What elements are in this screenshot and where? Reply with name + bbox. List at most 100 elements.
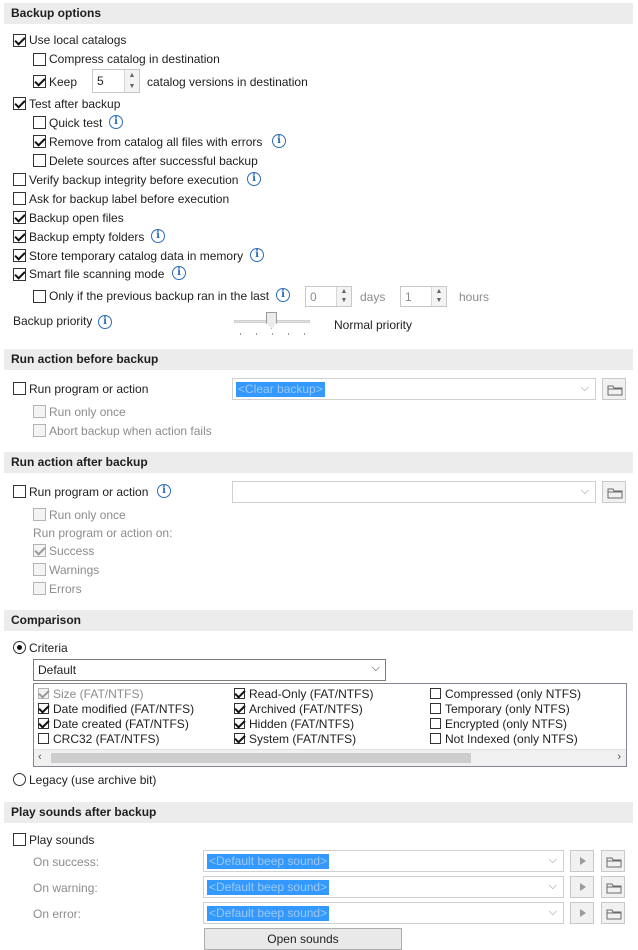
backup-open-files-label: Backup open files [29,211,124,225]
criteria-item-checkbox[interactable] [38,703,49,714]
after-action-combo[interactable]: ⌵ [232,481,596,503]
abort-on-fail-label: Abort backup when action fails [49,424,212,438]
hours-stepper[interactable]: 1 ▲ ▼ [400,286,447,307]
scrollbar-thumb[interactable] [51,753,471,763]
backup-empty-folders-checkbox[interactable] [13,230,26,243]
after-run-only-once-checkbox[interactable] [33,508,46,521]
verify-integrity-info-icon[interactable]: i [247,172,261,186]
backup-open-files-checkbox[interactable] [13,211,26,224]
before-run-program-checkbox[interactable] [13,382,26,395]
priority-slider-ticks [240,333,306,335]
play-error-sound-button[interactable] [570,902,594,924]
priority-slider-thumb[interactable] [266,312,277,329]
play-success-sound-button[interactable] [570,850,594,872]
run-on-errors-checkbox[interactable] [33,582,46,595]
keep-versions-stepper[interactable]: 5 ▲ ▼ [92,69,140,93]
after-run-program-checkbox[interactable] [13,485,26,498]
store-temp-checkbox[interactable] [13,249,26,262]
days-stepper-buttons[interactable]: ▲ ▼ [336,287,351,306]
after-run-program-info-icon[interactable]: i [157,484,171,498]
run-on-warnings-checkbox[interactable] [33,563,46,576]
abort-on-fail-checkbox[interactable] [33,424,46,437]
section-backup-options: Backup options [4,3,633,24]
criteria-item-checkbox[interactable] [430,733,441,744]
browse-error-sound-button[interactable] [601,902,625,924]
days-stepper[interactable]: 0 ▲ ▼ [305,286,352,307]
verify-integrity-label: Verify backup integrity before execution [29,173,239,187]
browse-warning-sound-button[interactable] [601,876,625,898]
criteria-item-label: System (FAT/NTFS) [249,732,357,746]
smart-scan-info-icon[interactable]: i [172,266,186,280]
priority-value-label: Normal priority [334,318,413,332]
after-run-only-once-label: Run only once [49,508,126,522]
hours-stepper-buttons[interactable]: ▲ ▼ [431,287,446,306]
backup-priority-info-icon[interactable]: i [98,315,112,329]
keep-versions-value: 5 [97,74,104,88]
criteria-item-label: Date created (FAT/NTFS) [53,717,189,731]
criteria-item-checkbox[interactable] [38,688,49,699]
chevron-down-icon: ⌵ [548,880,557,892]
criteria-item-label: Size (FAT/NTFS) [53,687,144,701]
run-on-warnings-label: Warnings [49,563,100,577]
scroll-left-icon[interactable]: ‹ [38,751,42,763]
criteria-item-checkbox[interactable] [430,688,441,699]
criteria-preset-select[interactable]: Default ⌵ [33,659,386,681]
error-sound-combo[interactable]: <Default beep sound> ⌵ [203,902,564,924]
before-run-only-once-checkbox[interactable] [33,405,46,418]
open-sounds-button[interactable]: Open sounds [204,928,402,950]
quick-test-checkbox[interactable] [33,116,46,129]
criteria-item-checkbox[interactable] [430,718,441,729]
criteria-item-label: Date modified (FAT/NTFS) [53,702,195,716]
smart-scan-checkbox[interactable] [13,268,26,281]
browse-success-sound-button[interactable] [601,850,625,872]
criteria-radio[interactable] [13,641,26,654]
on-success-label: On success: [33,855,100,869]
criteria-item-checkbox[interactable] [234,703,245,714]
chevron-down-icon: ⌵ [580,485,589,497]
backup-empty-folders-label: Backup empty folders [29,230,145,244]
run-on-errors-label: Errors [49,582,82,596]
ask-label-checkbox[interactable] [13,192,26,205]
days-value: 0 [310,290,317,304]
scroll-right-icon[interactable]: › [617,751,621,763]
success-sound-combo[interactable]: <Default beep sound> ⌵ [203,850,564,872]
legacy-radio[interactable] [13,773,26,786]
quick-test-info-icon[interactable]: i [109,115,123,129]
criteria-label: Criteria [29,641,68,655]
horizontal-scrollbar[interactable]: ‹ › [34,749,626,766]
play-warning-sound-button[interactable] [570,876,594,898]
keep-versions-checkbox[interactable] [33,75,46,88]
criteria-item-checkbox[interactable] [38,733,49,744]
remove-from-catalog-info-icon[interactable]: i [272,134,286,148]
criteria-item-checkbox[interactable] [430,703,441,714]
keep-suffix-label: catalog versions in destination [147,75,308,89]
verify-integrity-checkbox[interactable] [13,173,26,186]
keep-versions-stepper-buttons[interactable]: ▲ ▼ [124,70,139,92]
criteria-item-checkbox[interactable] [38,718,49,729]
criteria-item-label: Encrypted (only NTFS) [445,717,568,731]
criteria-item-label: Compressed (only NTFS) [445,687,582,701]
warning-sound-value: <Default beep sound> [207,880,330,895]
play-sounds-checkbox[interactable] [13,833,26,846]
before-action-combo[interactable]: <Clear backup> ⌵ [232,378,596,400]
before-browse-button[interactable] [602,378,626,400]
after-run-program-label: Run program or action [29,485,149,499]
hours-value: 1 [405,290,412,304]
run-on-success-checkbox[interactable] [33,544,46,557]
days-label: days [360,290,386,304]
error-sound-value: <Default beep sound> [207,906,330,921]
warning-sound-combo[interactable]: <Default beep sound> ⌵ [203,876,564,898]
remove-from-catalog-checkbox[interactable] [33,135,46,148]
store-temp-info-icon[interactable]: i [250,248,264,262]
criteria-item-checkbox[interactable] [234,733,245,744]
after-browse-button[interactable] [602,481,626,503]
test-after-backup-checkbox[interactable] [13,97,26,110]
criteria-item-checkbox[interactable] [234,688,245,699]
delete-sources-checkbox[interactable] [33,154,46,167]
only-if-previous-checkbox[interactable] [33,290,46,303]
use-local-catalogs-checkbox[interactable] [13,34,26,47]
compress-catalog-checkbox[interactable] [33,53,46,66]
criteria-item-checkbox[interactable] [234,718,245,729]
backup-empty-folders-info-icon[interactable]: i [151,229,165,243]
only-if-previous-info-icon[interactable]: i [276,288,290,302]
